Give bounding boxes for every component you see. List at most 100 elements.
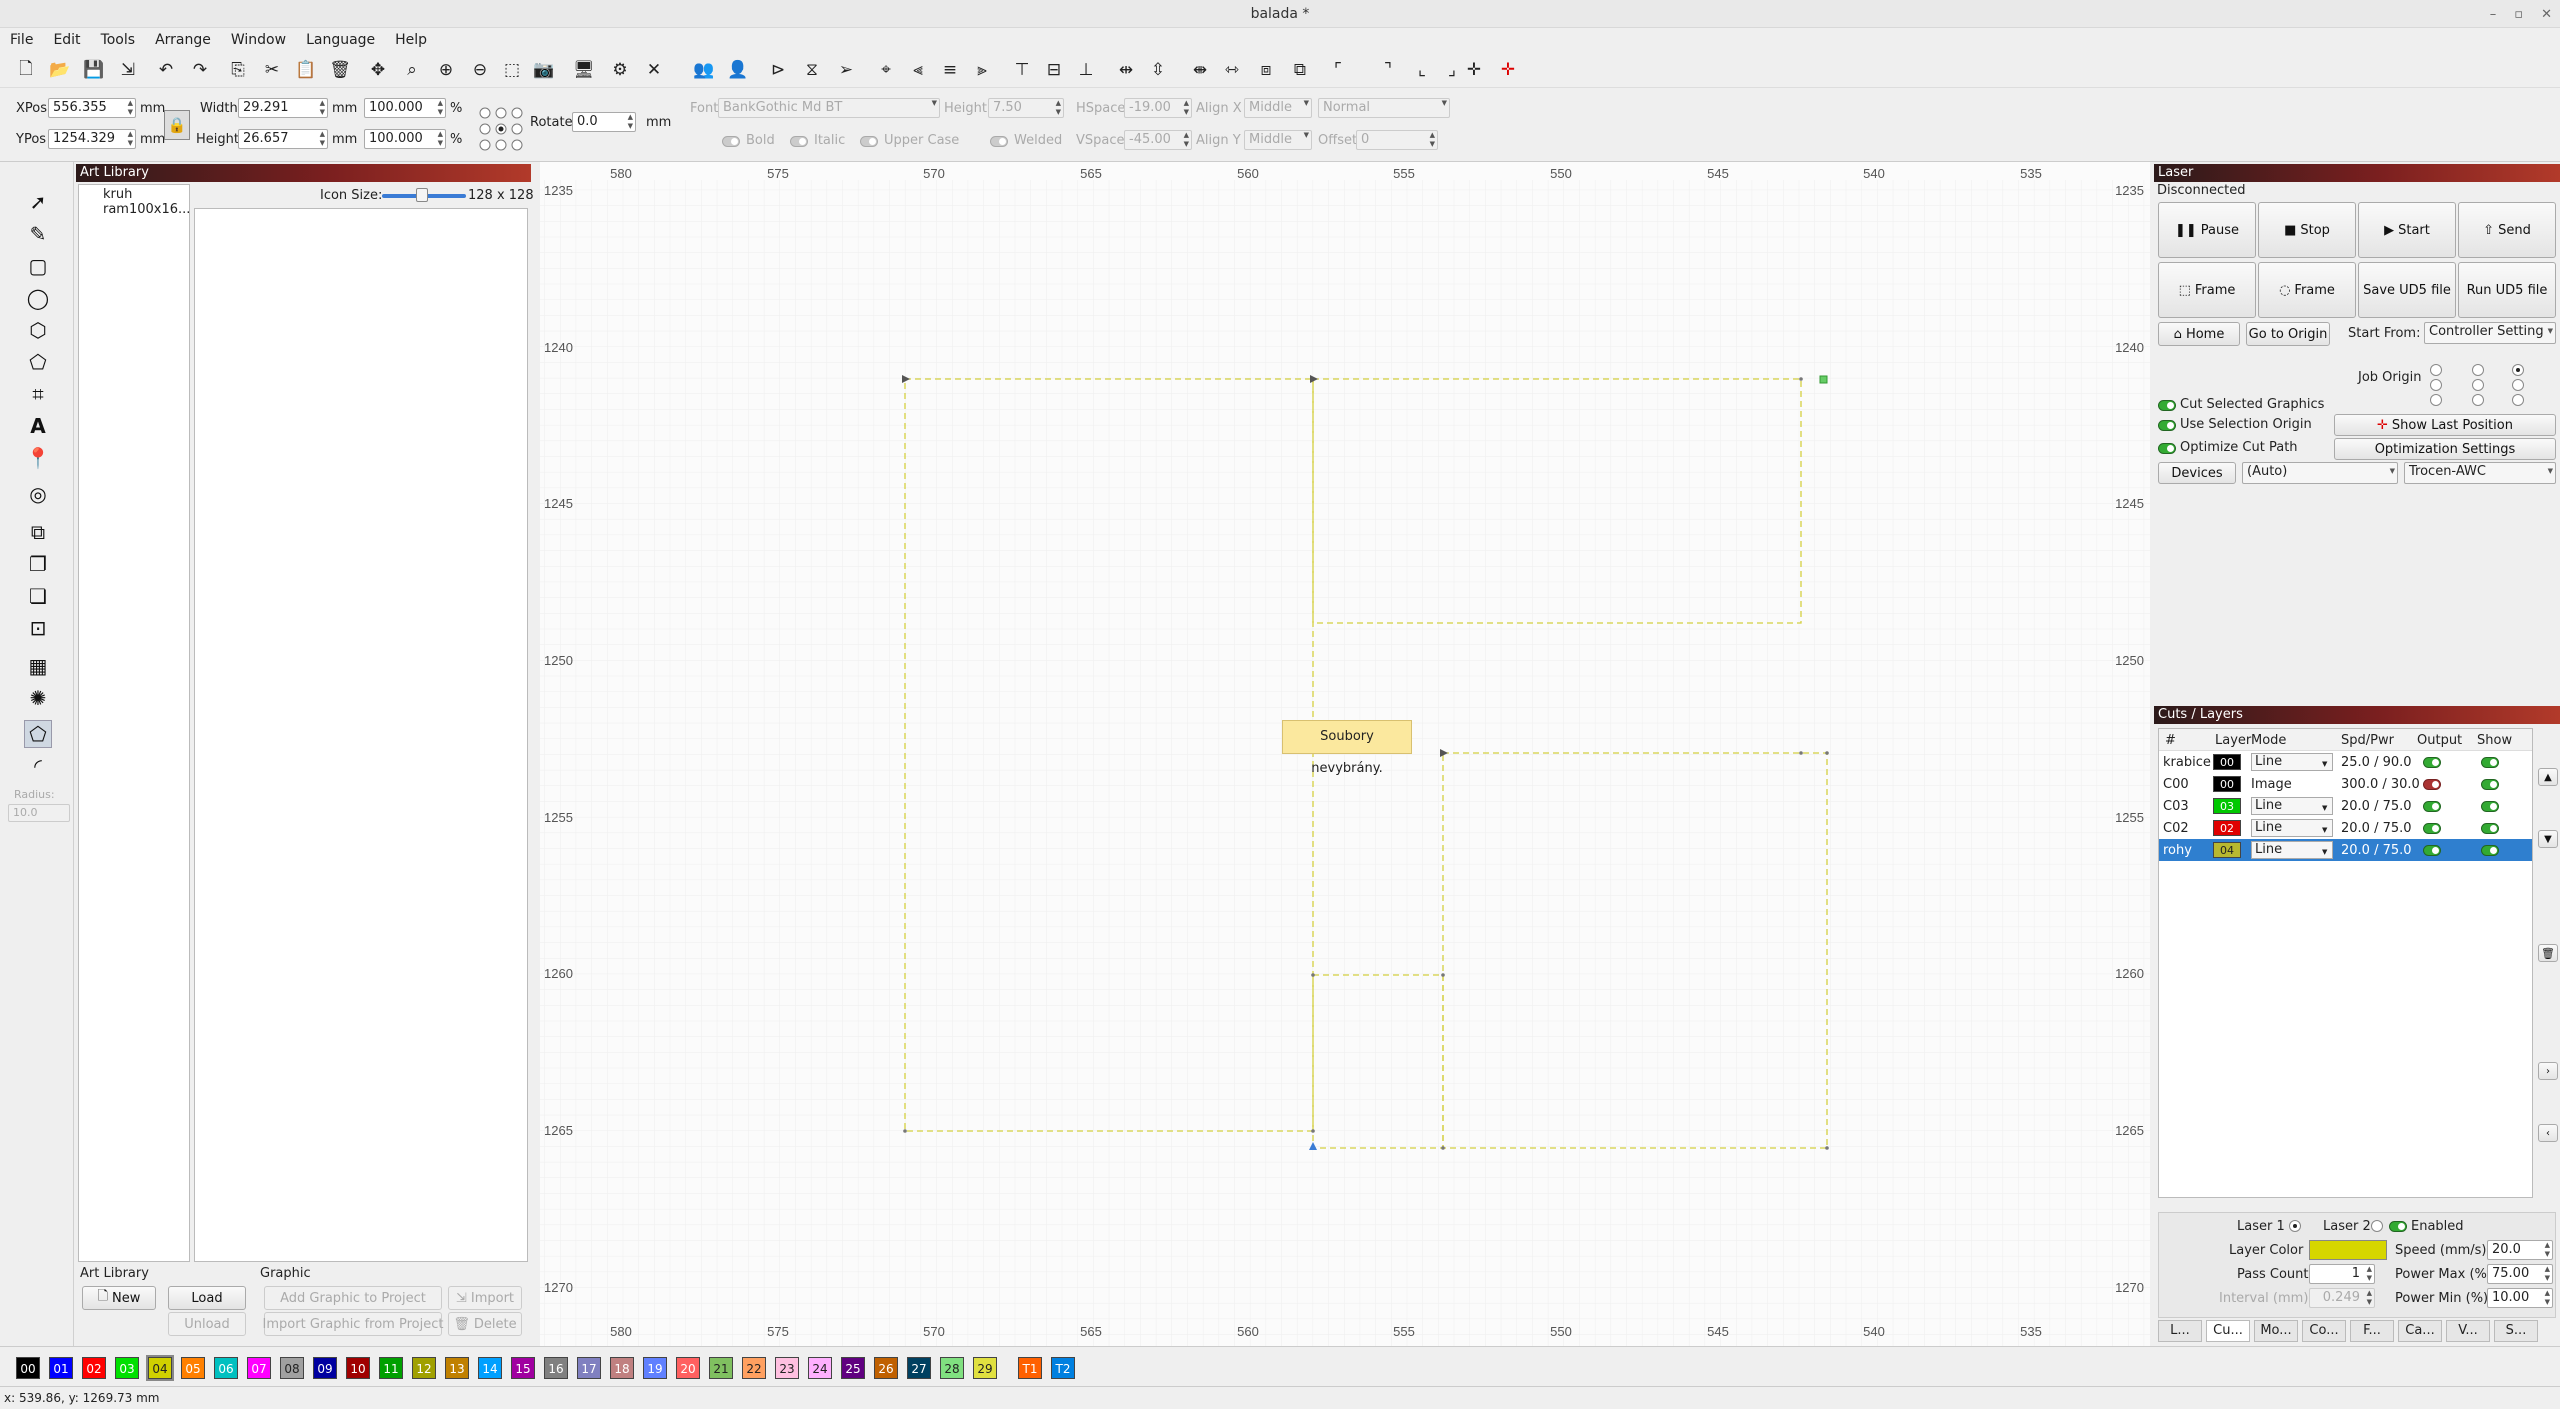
align-vcenter-icon[interactable]: ⊟ — [1042, 58, 1066, 82]
output-toggle[interactable] — [2423, 845, 2441, 856]
show-last-position-button[interactable]: ✛ Show Last Position — [2334, 414, 2556, 436]
copy-icon[interactable]: ⎘ — [226, 58, 250, 82]
monitor-icon[interactable]: 🖥 — [572, 58, 596, 82]
design-canvas[interactable]: 580 575 570 565 560 555 550 545 540 535 … — [540, 162, 2150, 1346]
home-button[interactable]: ⌂ Home — [2158, 322, 2240, 346]
show-toggle[interactable] — [2481, 801, 2499, 812]
distribute-h-icon[interactable]: ⇹ — [1114, 58, 1138, 82]
frame-circle-button[interactable]: ◌ Frame — [2258, 262, 2356, 318]
width-field[interactable]: 29.291 ▲ ▼ — [238, 98, 328, 118]
aligny-select[interactable]: Middle ▼ — [1244, 130, 1312, 150]
palette-color-15[interactable]: 15 — [511, 1357, 535, 1379]
import-icon[interactable]: ⇲ — [116, 58, 140, 82]
pause-button[interactable]: ❚❚ Pause — [2158, 202, 2256, 258]
align-left-icon[interactable]: ⫷ — [906, 58, 930, 82]
pentagon-tool-icon[interactable]: ⬠ — [24, 348, 52, 376]
palette-color-00[interactable]: 00 — [16, 1357, 40, 1379]
frame-tool-icon[interactable]: ⌗ — [24, 380, 52, 408]
library-list[interactable]: kruh ram100x16... — [78, 184, 190, 1262]
palette-color-T2[interactable]: T2 — [1051, 1357, 1075, 1379]
pass-count-field[interactable]: 1 ▲ ▼ — [2309, 1264, 2375, 1284]
output-toggle[interactable] — [2423, 823, 2441, 834]
optimize-cut-path-toggle[interactable] — [2158, 443, 2176, 454]
rotate-field[interactable]: 0.0 ▲ ▼ — [572, 112, 636, 132]
palette-color-19[interactable]: 19 — [643, 1357, 667, 1379]
font-select[interactable]: BankGothic Md BT ▼ — [718, 98, 940, 118]
job-origin-radio[interactable] — [2430, 364, 2442, 376]
show-toggle[interactable] — [2481, 779, 2499, 790]
corner-br-icon[interactable]: ⌟ — [1440, 58, 1464, 82]
tab-camera[interactable]: Ca... — [2398, 1320, 2442, 1342]
tab-variables[interactable]: V... — [2446, 1320, 2490, 1342]
center-icon[interactable]: ⌖ — [874, 58, 898, 82]
chevron-right-icon[interactable]: › — [2538, 1062, 2558, 1080]
job-origin-radio[interactable] — [2512, 379, 2524, 391]
align-bottom-icon[interactable]: ⊥ — [1074, 58, 1098, 82]
job-origin-radio[interactable] — [2472, 364, 2484, 376]
crosshair-icon[interactable]: ✛ — [1462, 58, 1486, 82]
palette-color-03[interactable]: 03 — [115, 1357, 139, 1379]
chevron-left-icon[interactable]: ‹ — [2538, 1124, 2558, 1142]
palette-color-13[interactable]: 13 — [445, 1357, 469, 1379]
menu-edit[interactable]: Edit — [53, 32, 80, 48]
interval-field[interactable]: 0.249 ▲ ▼ — [2309, 1288, 2375, 1308]
import-from-project-button[interactable]: Import Graphic from Project — [263, 1312, 443, 1336]
align-hcenter-icon[interactable]: ≡ — [938, 58, 962, 82]
ellipse-tool-icon[interactable]: ◯ — [24, 284, 52, 312]
corner-edit-icon[interactable]: ⬠ — [24, 720, 52, 748]
mode-select[interactable]: Line ▼ — [2251, 841, 2333, 859]
slider-handle[interactable] — [416, 188, 428, 202]
upper-toggle-icon[interactable] — [860, 136, 878, 147]
palette-color-10[interactable]: 10 — [346, 1357, 370, 1379]
palette-color-09[interactable]: 09 — [313, 1357, 337, 1379]
show-toggle[interactable] — [2481, 757, 2499, 768]
open-file-icon[interactable]: 📂 — [48, 58, 72, 82]
laser1-radio[interactable] — [2289, 1220, 2301, 1232]
palette-color-25[interactable]: 25 — [841, 1357, 865, 1379]
power-max-field[interactable]: 75.00 ▲ ▼ — [2487, 1264, 2553, 1284]
graphic-preview-area[interactable] — [194, 208, 528, 1262]
table-row-selected[interactable]: rohy 04 Line ▼ 20.0 / 75.0 — [2159, 839, 2532, 861]
job-origin-radio[interactable] — [2430, 379, 2442, 391]
frame-rect-button[interactable]: ⬚ Frame — [2158, 262, 2256, 318]
show-toggle[interactable] — [2481, 845, 2499, 856]
stop-button[interactable]: ■ Stop — [2258, 202, 2356, 258]
position-tool-icon[interactable]: 📍 — [24, 444, 52, 472]
radius-field[interactable]: 10.0 — [8, 804, 70, 822]
redo-icon[interactable]: ↷ — [188, 58, 212, 82]
palette-color-18[interactable]: 18 — [610, 1357, 634, 1379]
select-tool-icon[interactable]: ➚ — [24, 188, 52, 216]
vspace-field[interactable]: -45.00 ▲ ▼ — [1124, 130, 1192, 150]
palette-color-04[interactable]: 04 — [146, 1355, 174, 1381]
palette-color-22[interactable]: 22 — [742, 1357, 766, 1379]
height-field[interactable]: 26.657 ▲ ▼ — [238, 129, 328, 149]
palette-color-21[interactable]: 21 — [709, 1357, 733, 1379]
menu-help[interactable]: Help — [395, 32, 427, 48]
table-row[interactable]: krabice 00 Line ▼ 25.0 / 90.0 — [2159, 751, 2532, 773]
undo-icon[interactable]: ↶ — [154, 58, 178, 82]
paste-icon[interactable]: 📋 — [294, 58, 318, 82]
height-percent-field[interactable]: 100.000 ▲ ▼ — [364, 129, 446, 149]
mirror-icon[interactable]: ⧖ — [800, 58, 824, 82]
new-library-button[interactable]: 🗋 New — [82, 1286, 156, 1310]
alignx-select[interactable]: Middle ▼ — [1244, 98, 1312, 118]
offset-tool-icon[interactable]: ◎ — [24, 480, 52, 508]
tab-move[interactable]: Mo... — [2254, 1320, 2298, 1342]
settings-icon[interactable]: ⚙ — [608, 58, 632, 82]
make-same-height-icon[interactable]: ⧉ — [1288, 58, 1312, 82]
layer-color-swatch[interactable] — [2309, 1240, 2387, 1260]
palette-color-01[interactable]: 01 — [49, 1357, 73, 1379]
palette-color-08[interactable]: 08 — [280, 1357, 304, 1379]
tab-cuts[interactable]: Cu... — [2206, 1320, 2250, 1342]
space-h-icon[interactable]: ⇼ — [1188, 58, 1212, 82]
align-right-icon[interactable]: ⫸ — [970, 58, 994, 82]
palette-color-26[interactable]: 26 — [874, 1357, 898, 1379]
import-button[interactable]: ⇲ Import — [448, 1286, 522, 1310]
corner-bl-icon[interactable]: ⌞ — [1410, 58, 1434, 82]
boolean-subtract-icon[interactable]: ❐ — [24, 550, 52, 578]
palette-color-23[interactable]: 23 — [775, 1357, 799, 1379]
move-icon[interactable]: ✥ — [366, 58, 390, 82]
close-icon[interactable]: ✕ — [2541, 7, 2552, 22]
optimization-settings-button[interactable]: Optimization Settings — [2334, 438, 2556, 460]
circular-array-icon[interactable]: ✺ — [24, 684, 52, 712]
